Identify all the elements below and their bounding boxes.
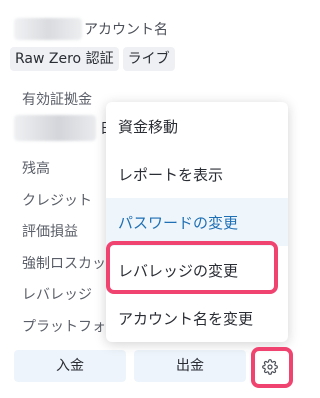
account-title: アカウント名 (14, 16, 168, 42)
detail-platform-label: プラットフォ (22, 318, 106, 335)
detail-leverage-label: レバレッジ (22, 287, 92, 303)
badge-live: ライブ (122, 47, 175, 71)
detail-pnl-label: 評価損益 (22, 224, 78, 240)
settings-button[interactable] (256, 353, 284, 381)
redacted-account-id (14, 18, 82, 40)
gear-icon (262, 359, 278, 375)
menu-item-change-password[interactable]: パスワードの変更 (106, 198, 288, 246)
badge-account-type: Raw Zero 認証 (10, 47, 119, 71)
menu-item-rename-account[interactable]: アカウント名を変更 (106, 294, 288, 342)
detail-stopout-label: 強制ロスカッ (22, 255, 106, 272)
redacted-equity (14, 115, 96, 141)
withdraw-button[interactable]: 出金 (134, 350, 246, 382)
equity-label: 有効証拠金 (22, 92, 92, 108)
account-name-label: アカウント名 (84, 22, 168, 38)
deposit-button[interactable]: 入金 (14, 350, 126, 382)
detail-credit-label: クレジット (22, 192, 92, 209)
menu-item-view-report[interactable]: レポートを表示 (106, 150, 288, 198)
account-badges: Raw Zero 認証 ライブ (10, 47, 175, 71)
equity-value: 日 (14, 113, 114, 143)
menu-item-fund-transfer[interactable]: 資金移動 (106, 102, 288, 150)
settings-menu: 資金移動 レポートを表示 パスワードの変更 レバレッジの変更 アカウント名を変更 (106, 102, 288, 342)
account-details: 残高 クレジット 評価損益 強制ロスカッ レバレッジ プラットフォ (22, 158, 106, 347)
menu-item-change-leverage[interactable]: レバレッジの変更 (106, 246, 288, 294)
detail-balance-label: 残高 (22, 161, 50, 177)
